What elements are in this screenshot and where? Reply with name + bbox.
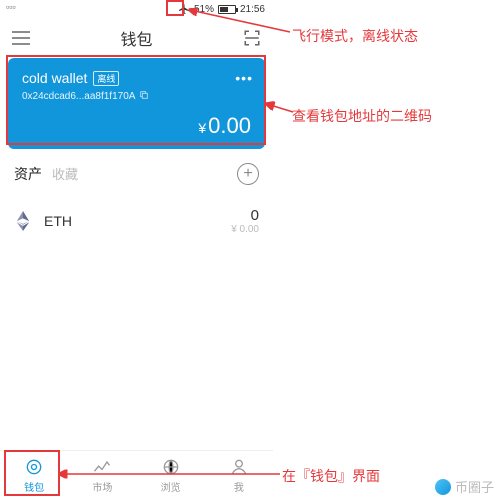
annotation-airplane: 飞行模式，离线状态 [292, 26, 418, 46]
assets-header: 资产 收藏 + [0, 149, 273, 193]
wallet-tab-icon [24, 457, 44, 477]
copy-icon[interactable] [139, 90, 149, 103]
watermark: 币圈子 [435, 477, 494, 496]
watermark-icon [435, 479, 451, 495]
eth-icon [14, 212, 32, 230]
hamburger-icon [12, 31, 30, 45]
asset-fiat: ¥ 0.00 [231, 224, 259, 235]
arrow-card [265, 100, 295, 116]
arrow-airplane [182, 8, 292, 34]
menu-button[interactable] [12, 31, 30, 45]
asset-row[interactable]: ETH 0 ¥ 0.00 [0, 193, 273, 249]
annotation-wallet-tab: 在『钱包』界面 [282, 466, 380, 486]
watermark-text: 币圈子 [455, 477, 494, 496]
offline-badge: 离线 [93, 71, 119, 86]
annotation-qr: 查看钱包地址的二维码 [292, 106, 432, 126]
carrier-indicators: ▫▫▫ [6, 2, 16, 12]
add-asset-button[interactable]: + [237, 163, 259, 185]
tab-label: 浏览 [161, 479, 181, 494]
page-title: 钱包 [120, 26, 152, 50]
wallet-more-button[interactable]: ••• [235, 70, 253, 86]
wallet-address: 0x24cdcad6...aa8f1f170A [22, 91, 135, 102]
tab-label: 我 [234, 479, 244, 494]
tab-label: 市场 [92, 479, 112, 494]
phone-screen: ▫▫▫ 51% 21:56 钱包 cold wallet 离线 ••• 0x24… [0, 0, 273, 500]
tab-label: 钱包 [24, 479, 44, 494]
plus-icon: + [243, 166, 252, 182]
tab-collectibles[interactable]: 收藏 [52, 164, 78, 184]
tab-assets[interactable]: 资产 [14, 164, 42, 184]
wallet-card[interactable]: cold wallet 离线 ••• 0x24cdcad6...aa8f1f17… [8, 58, 265, 149]
wallet-balance: ¥0.00 [22, 113, 251, 139]
wallet-name: cold wallet [22, 70, 87, 86]
asset-amount: 0 [231, 207, 259, 224]
asset-symbol: ETH [44, 213, 72, 229]
arrow-tab [58, 466, 282, 480]
